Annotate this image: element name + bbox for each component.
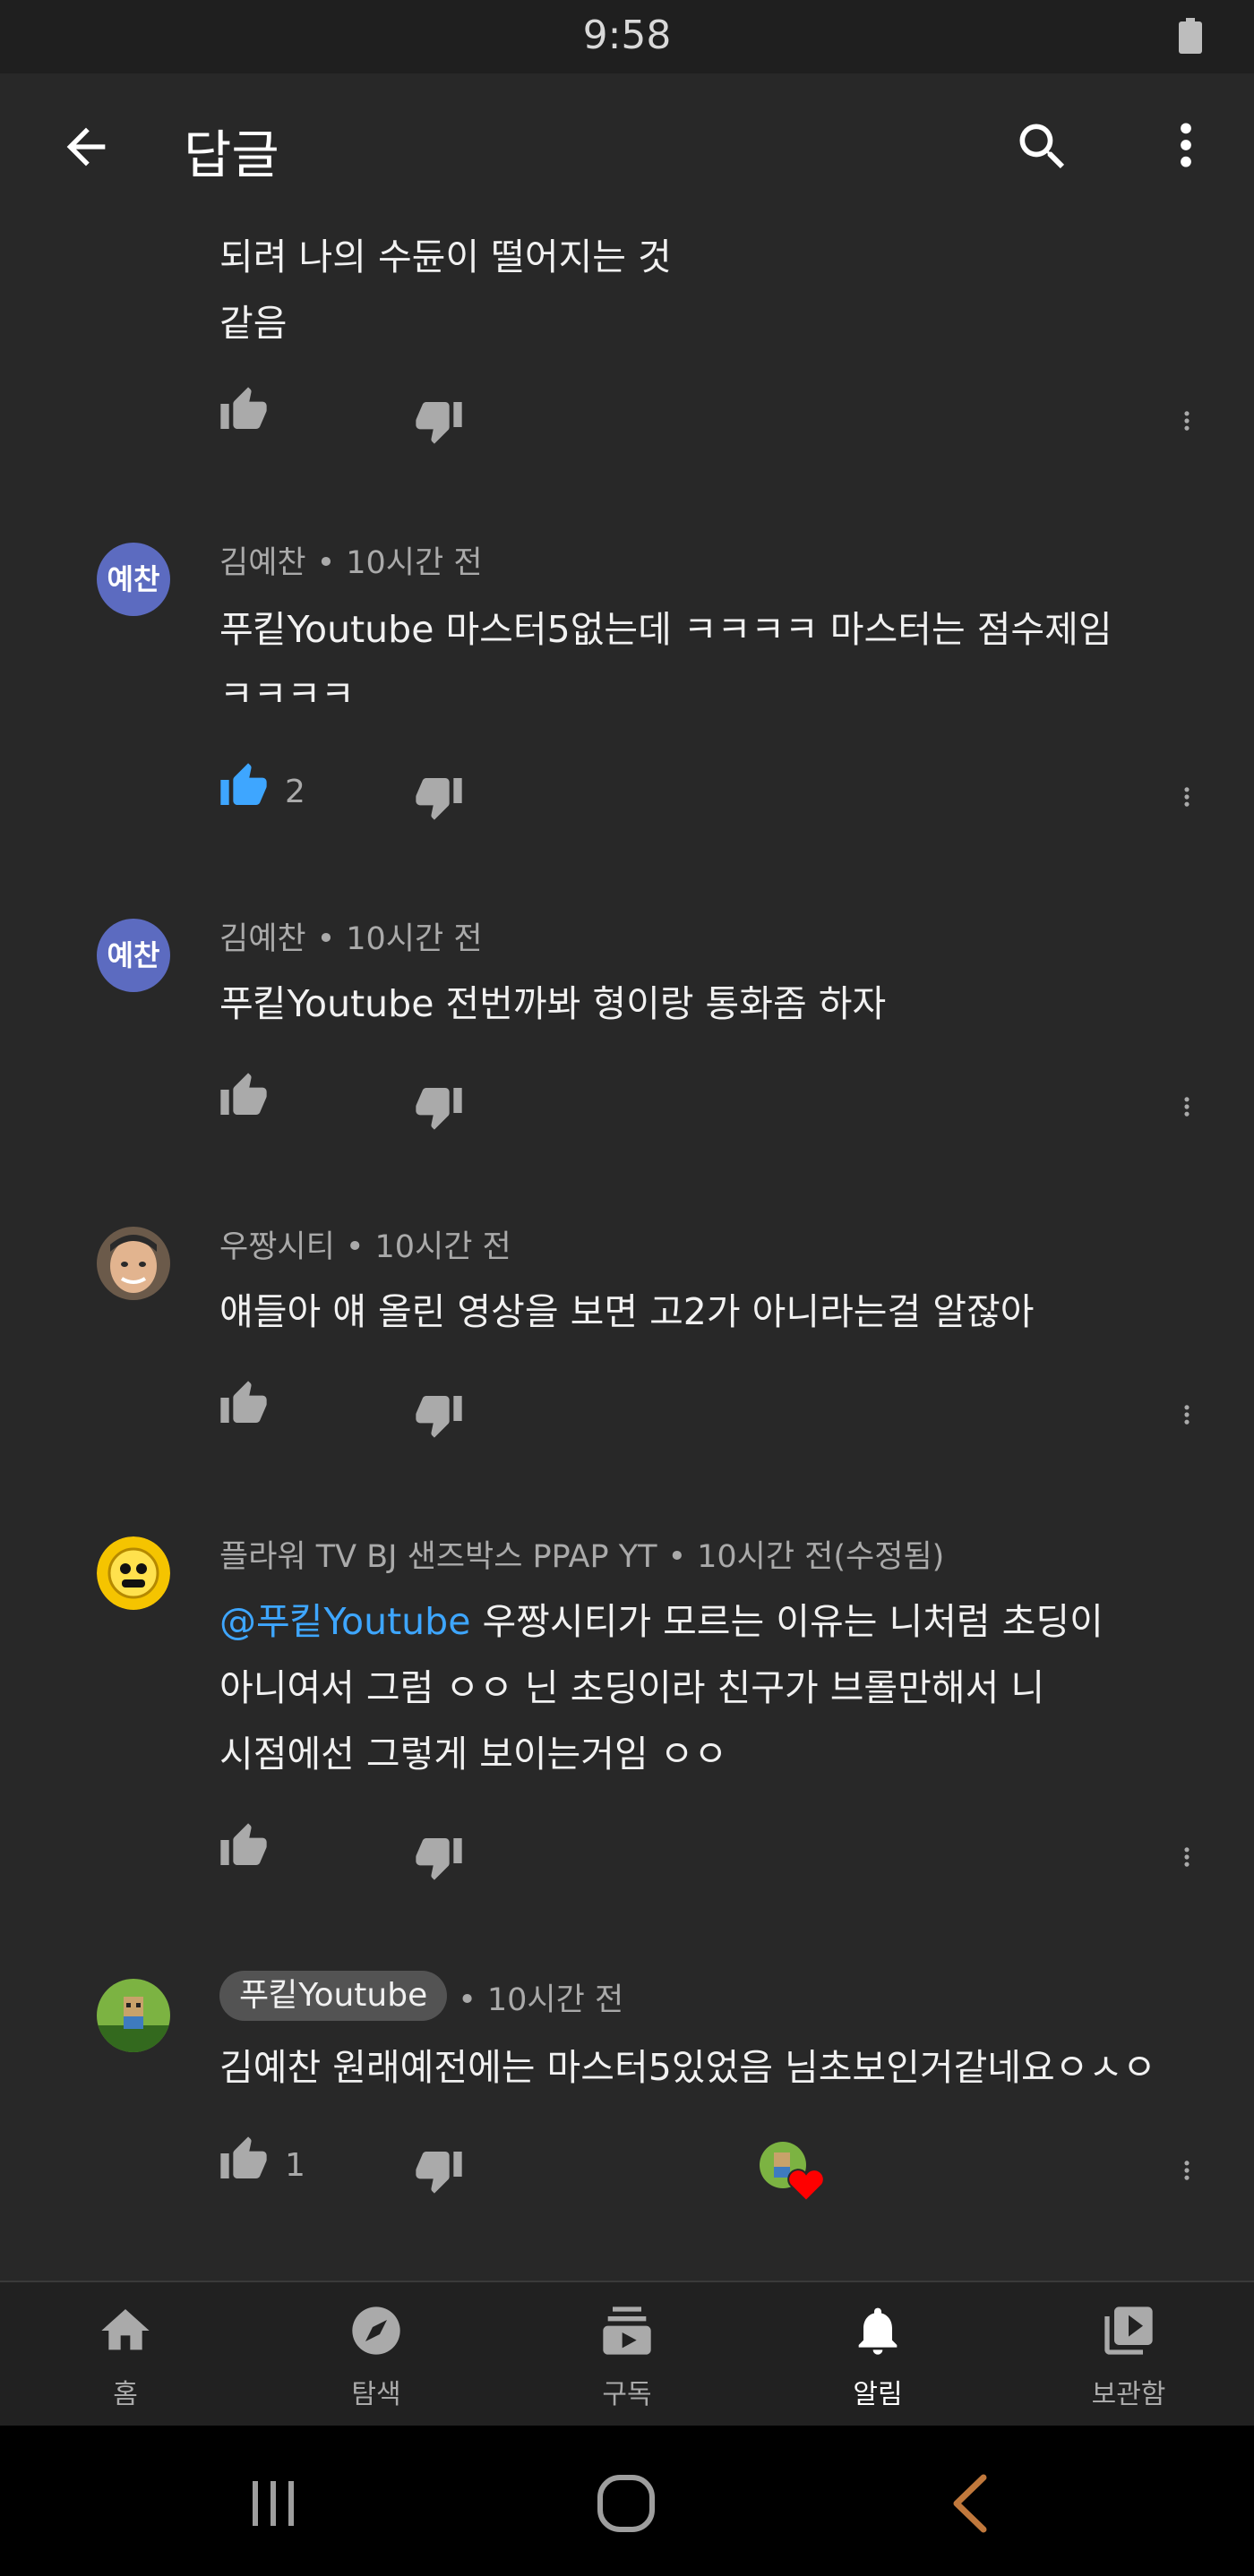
avatar[interactable]: 예찬 (97, 919, 170, 992)
comment-author[interactable]: 김예찬 (219, 545, 306, 581)
comment-text: @푸킽Youtube 우짱시티가 모르는 이유는 니처럼 초딩이 (219, 1600, 1104, 1643)
nav-label: 알림 (853, 2379, 903, 2410)
bottom-navigation: 홈 탐색 구독 알림 보관함 (0, 2281, 1254, 2427)
comment-menu-icon[interactable] (1181, 1082, 1218, 1132)
comment-meta: 우짱시티 • 10시간 전 (219, 1229, 511, 1265)
creator-heart[interactable] (760, 2142, 828, 2204)
avatar[interactable]: 예찬 (97, 543, 170, 616)
library-icon (1104, 2306, 1153, 2355)
comment-time: 10시간 전 (346, 921, 483, 957)
avatar[interactable] (97, 1227, 170, 1300)
like-icon[interactable] (219, 1379, 269, 1429)
comment-time: 10시간 전 (346, 545, 483, 581)
comment-text: 김예찬 원래예전에는 마스터5있었음 님초보인거같네요ㅇㅅㅇ (219, 2046, 1156, 2089)
status-time: 9:58 (582, 13, 672, 58)
like-icon[interactable] (219, 385, 269, 435)
home-icon (101, 2309, 150, 2350)
comment-time: 10시간 전 (374, 1229, 511, 1265)
nav-label: 탐색 (351, 2379, 401, 2410)
back-arrow-icon[interactable] (57, 118, 115, 175)
like-count: 1 (285, 2147, 305, 2184)
like-icon-active[interactable] (219, 761, 269, 811)
avatar[interactable] (97, 1536, 170, 1610)
like-icon[interactable] (219, 1071, 269, 1121)
back-chevron-icon[interactable] (949, 2474, 989, 2533)
comment-menu-icon[interactable] (1181, 1390, 1218, 1440)
comment-meta: 김예찬 • 10시간 전 (219, 545, 483, 581)
comment-menu-icon[interactable] (1181, 2145, 1218, 2195)
dislike-icon[interactable] (414, 396, 464, 446)
comment-text: 되려 나의 수듄이 떨어지는 것 (219, 235, 672, 278)
comment-meta: 김예찬 • 10시간 전 (219, 921, 483, 957)
comment-text: 아니여서 그럼 ㅇㅇ 닌 초딩이라 친구가 브롤만해서 니 (219, 1666, 1045, 1709)
like-icon[interactable] (219, 2135, 269, 2185)
system-navigation-bar (0, 2426, 1254, 2576)
comment-text: ㅋㅋㅋㅋ (219, 672, 355, 715)
battery-icon (1179, 18, 1202, 54)
comment-text: 푸킽Youtube 마스터5없는데 ㅋㅋㅋㅋ 마스터는 점수제임 (219, 608, 1112, 651)
nav-label: 구독 (602, 2379, 652, 2410)
nav-library[interactable]: 보관함 (1003, 2282, 1254, 2427)
comment-meta: 푸킽Youtube • 10시간 전 (219, 1971, 624, 2025)
like-icon[interactable] (219, 1821, 269, 1871)
dislike-icon[interactable] (414, 1082, 464, 1132)
mention-link[interactable]: @푸킽Youtube (219, 1600, 470, 1643)
home-circle-icon[interactable] (595, 2472, 657, 2535)
notifications-icon (858, 2307, 898, 2355)
comment-author[interactable]: 김예찬 (219, 921, 306, 957)
comment-text: 얘들아 얘 올린 영상을 보면 고2가 아니라는걸 알잖아 (219, 1290, 1035, 1333)
nav-label: 홈 (113, 2379, 138, 2410)
dislike-icon[interactable] (414, 1390, 464, 1440)
comment-text: 시점에선 그렇게 보이는거임 ㅇㅇ (219, 1733, 728, 1776)
more-vert-icon[interactable] (1157, 116, 1215, 174)
nav-explore[interactable]: 탐색 (251, 2282, 502, 2427)
comment-text: 푸킽Youtube 전번까봐 형이랑 통화좀 하자 (219, 982, 887, 1025)
avatar[interactable] (97, 1979, 170, 2052)
comment-menu-icon[interactable] (1181, 772, 1218, 822)
explore-icon (352, 2306, 400, 2355)
nav-home[interactable]: 홈 (0, 2282, 251, 2427)
comment-menu-icon[interactable] (1181, 396, 1218, 446)
channel-avatar (97, 1979, 170, 2052)
nav-subscriptions[interactable]: 구독 (502, 2282, 752, 2427)
page-title: 답글 (184, 124, 279, 185)
comment-author[interactable]: 플라워 TV BJ 샌즈박스 PPAP YT (219, 1539, 657, 1575)
search-icon[interactable] (1012, 116, 1073, 177)
nav-label: 보관함 (1091, 2379, 1166, 2410)
user-photo-avatar (97, 1227, 170, 1300)
recents-icon[interactable] (249, 2478, 297, 2529)
smiley-avatar (97, 1536, 170, 1610)
comment-text: 같음 (219, 302, 288, 345)
comment-author[interactable]: 우짱시티 (219, 1229, 335, 1265)
comment-meta: 플라워 TV BJ 샌즈박스 PPAP YT • 10시간 전(수정됨) (219, 1539, 945, 1575)
comment-menu-icon[interactable] (1181, 1832, 1218, 1882)
dislike-icon[interactable] (414, 772, 464, 822)
app-bar: 답글 (0, 73, 1254, 217)
comment-time: 10시간 전 (486, 1982, 624, 2018)
subscriptions-icon (603, 2306, 651, 2355)
comment-time: 10시간 전(수정됨) (697, 1539, 945, 1575)
replies-list: 되려 나의 수듄이 떨어지는 것 같음 예찬 김예찬 • 10시간 전 푸킽Yout… (0, 217, 1254, 2281)
nav-notifications[interactable]: 알림 (752, 2282, 1003, 2427)
dislike-icon[interactable] (414, 1832, 464, 1882)
dislike-icon[interactable] (414, 2145, 464, 2195)
status-bar: 9:58 (0, 0, 1254, 73)
creator-badge[interactable]: 푸킽Youtube (219, 1971, 448, 2021)
like-count: 2 (285, 774, 305, 810)
heart-icon (760, 2142, 825, 2203)
